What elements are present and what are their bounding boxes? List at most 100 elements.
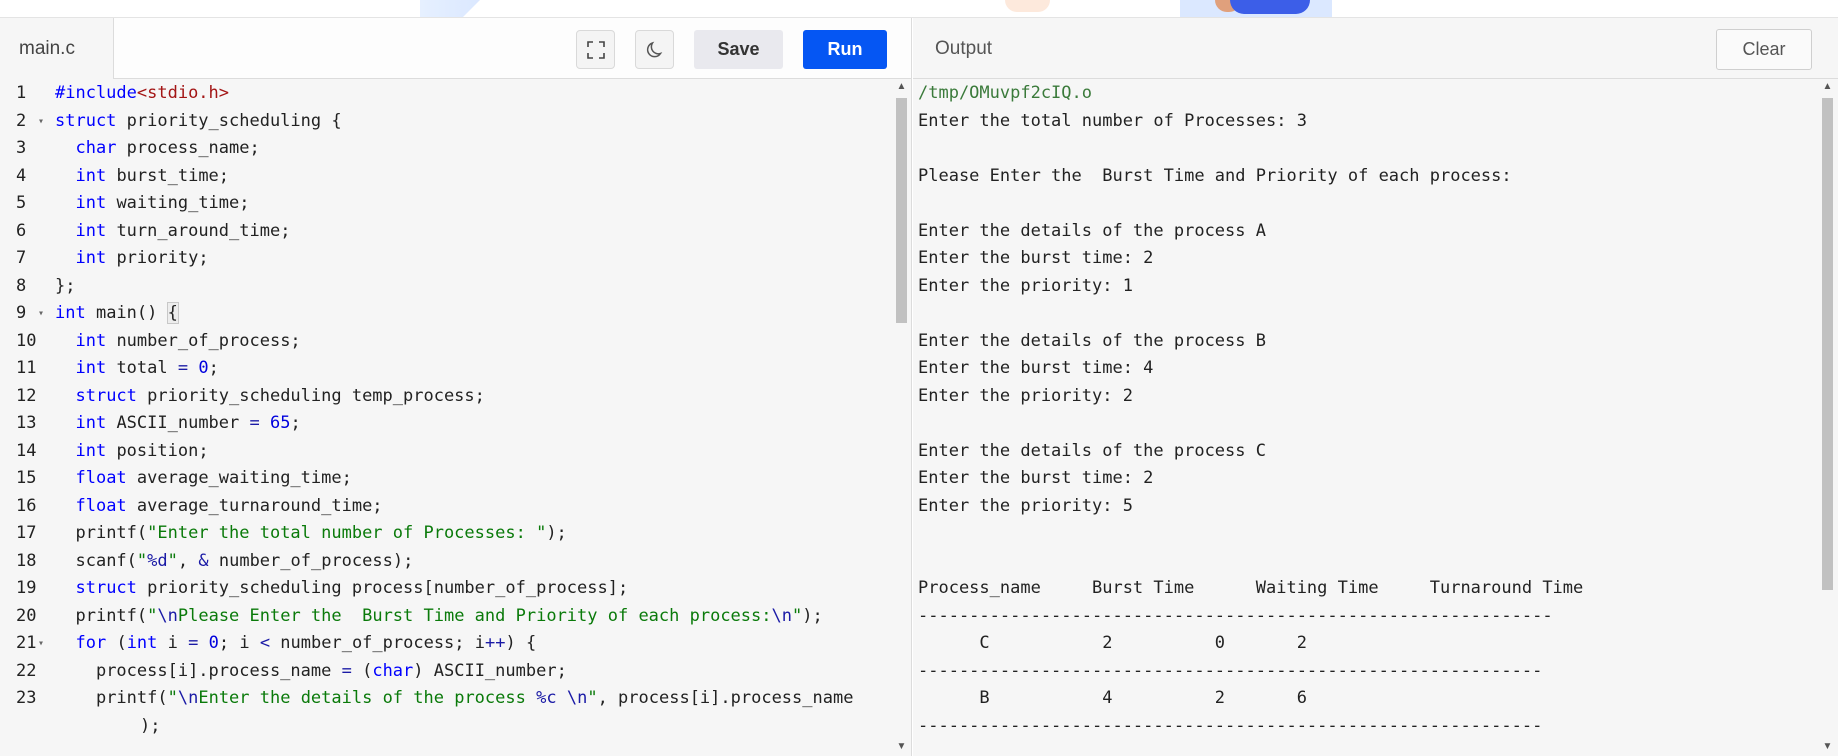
output-separator: ----------------------------------------… (918, 605, 1553, 626)
top-banner (0, 0, 1838, 18)
line-number: 17 (16, 523, 37, 543)
code-line: int ASCII_number = 65; (75, 413, 301, 433)
line-number: 4 (16, 165, 27, 186)
run-button[interactable]: Run (803, 30, 887, 69)
output-line: Enter the burst time: 4 (918, 358, 1154, 378)
code-line: int total = 0; (75, 358, 219, 378)
output-pane: Output Clear /tmp/OMuvpf2cIQ.o Enter the… (913, 18, 1838, 756)
line-number: 18 (16, 550, 37, 571)
scroll-up-arrow-icon[interactable]: ▲ (1819, 80, 1836, 94)
save-button[interactable]: Save (694, 30, 783, 69)
line-number: 15 (16, 468, 37, 488)
code-line: struct priority_scheduling process[numbe… (75, 578, 629, 598)
output-line: Enter the details of the process A (918, 220, 1266, 241)
editor-toolbar (114, 18, 911, 78)
theme-toggle-button[interactable] (635, 30, 674, 69)
code-line: struct priority_scheduling temp_process; (75, 385, 485, 406)
output-separator: ----------------------------------------… (918, 715, 1543, 736)
output-line: Please Enter the Burst Time and Priority… (918, 165, 1512, 186)
code-line: char process_name; (75, 138, 260, 158)
output-header: Output Clear (913, 18, 1838, 79)
line-number: 2 ▾ (0, 108, 48, 136)
output-scrollbar[interactable]: ▲ ▼ (1819, 80, 1836, 756)
line-number: 5 (16, 193, 27, 213)
clear-button[interactable]: Clear (1716, 29, 1812, 70)
output-line: Enter the priority: 1 (918, 275, 1133, 296)
line-number: 13 (16, 413, 37, 433)
code-line: struct priority_scheduling { (55, 110, 342, 131)
code-line: for (int i = 0; i < number_of_process; i… (75, 633, 537, 653)
editor-scrollbar[interactable]: ▲ ▼ (893, 80, 910, 756)
editor-pane: main.c Save Run 1 2 ▾ 3 4 5 6 7 8 9 ▾ 10… (0, 18, 912, 756)
line-number: 11 (16, 358, 37, 378)
line-number: 12 (16, 385, 37, 406)
line-number: 23 (16, 688, 37, 708)
code-line: float average_waiting_time; (75, 468, 352, 488)
line-number: 8 (16, 275, 27, 296)
code-line: printf("\nPlease Enter the Burst Time an… (75, 605, 823, 626)
line-number: 14 (16, 440, 37, 461)
code-lines[interactable]: #include<stdio.h> struct priority_schedu… (55, 80, 890, 740)
line-number: 1 (16, 83, 27, 103)
file-tab-main-c[interactable]: main.c (0, 18, 114, 79)
banner-illustration-left (420, 0, 480, 17)
code-line: printf("Enter the total number of Proces… (75, 523, 567, 543)
fullscreen-icon (586, 40, 605, 59)
output-line: Enter the burst time: 2 (918, 468, 1154, 488)
output-table-header: Process_name Burst Time Waiting Time Tur… (918, 578, 1584, 598)
line-number: 16 (16, 495, 37, 516)
output-line: /tmp/OMuvpf2cIQ.o (918, 83, 1092, 103)
output-table-row: B 4 2 6 (918, 688, 1307, 708)
line-number-gutter: 1 2 ▾ 3 4 5 6 7 8 9 ▾ 10 11 12 13 14 15 16… (0, 80, 48, 713)
line-number: 20 (16, 605, 37, 626)
output-line: Enter the priority: 5 (918, 495, 1133, 516)
save-button-label: Save (717, 39, 760, 59)
code-line: scanf("%d", & number_of_process); (75, 550, 414, 571)
code-line: float average_turnaround_time; (75, 495, 383, 516)
fold-arrow-icon[interactable]: ▾ (38, 630, 44, 658)
banner-figure-illustration (1230, 0, 1310, 14)
run-button-label: Run (827, 39, 863, 59)
scroll-up-arrow-icon[interactable]: ▲ (893, 80, 910, 94)
editor-scrollbar-thumb[interactable] (896, 98, 907, 323)
file-tab-label: main.c (19, 37, 75, 59)
fullscreen-button[interactable] (576, 30, 615, 69)
scroll-down-arrow-icon[interactable]: ▼ (1819, 740, 1836, 754)
output-line: Enter the priority: 2 (918, 385, 1133, 406)
line-number: 21 ▾ (0, 630, 48, 658)
code-line: }; (55, 275, 76, 296)
fold-arrow-icon[interactable]: ▾ (38, 108, 44, 136)
output-console: /tmp/OMuvpf2cIQ.o Enter the total number… (913, 80, 1818, 756)
line-number: 10 (16, 330, 37, 351)
clear-button-label: Clear (1742, 39, 1786, 59)
output-line: Enter the details of the process B (918, 330, 1266, 351)
output-line: Enter the burst time: 2 (918, 248, 1154, 268)
code-line: printf("\nEnter the details of the proce… (95, 688, 854, 708)
output-separator: ----------------------------------------… (918, 660, 1543, 681)
output-scrollbar-thumb[interactable] (1822, 98, 1833, 590)
code-line: process[i].process_name = (char) ASCII_n… (95, 660, 567, 681)
code-line: int number_of_process; (75, 330, 301, 351)
output-line: Enter the total number of Processes: 3 (918, 110, 1307, 131)
code-line: int turn_around_time; (75, 220, 291, 241)
banner-illustration-right (1180, 0, 1332, 17)
output-table-row: C 2 0 2 (918, 633, 1307, 653)
fold-arrow-icon[interactable]: ▾ (38, 300, 44, 328)
output-line: Enter the details of the process C (918, 440, 1266, 461)
moon-icon (646, 41, 662, 57)
code-line: int position; (75, 440, 209, 461)
code-line: int main() { (55, 302, 179, 324)
code-line: int priority; (75, 248, 209, 268)
code-line-wrap: ); (140, 715, 161, 736)
output-title: Output (935, 37, 993, 59)
code-editor[interactable]: 1 2 ▾ 3 4 5 6 7 8 9 ▾ 10 11 12 13 14 15 16… (0, 80, 890, 756)
line-number: 22 (16, 660, 37, 681)
line-number: 3 (16, 138, 27, 158)
scroll-down-arrow-icon[interactable]: ▼ (893, 740, 910, 754)
editor-header: main.c Save Run (0, 18, 911, 79)
line-number: 6 (16, 220, 27, 241)
